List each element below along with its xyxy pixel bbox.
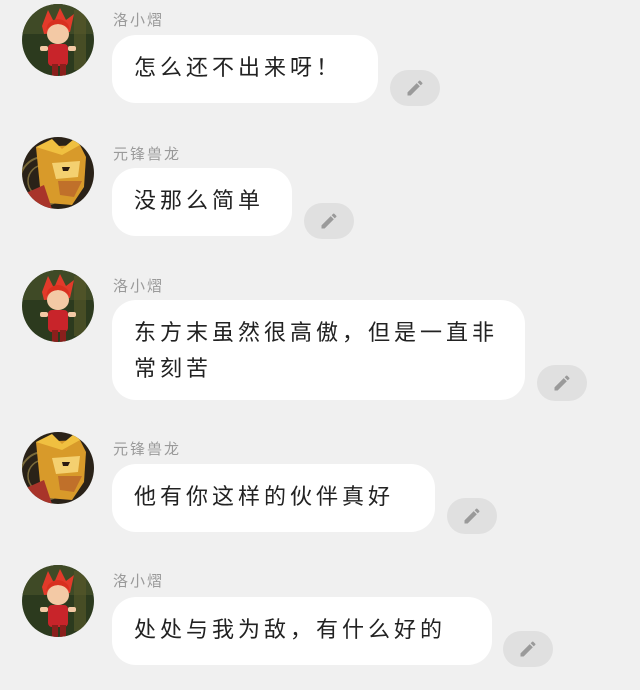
sender-name: 洛小熠 bbox=[113, 11, 165, 29]
message-bubble[interactable]: 没那么简单 bbox=[112, 168, 292, 236]
sender-name: 洛小熠 bbox=[113, 572, 165, 590]
red-hair-character-avatar bbox=[22, 4, 94, 76]
pencil-icon bbox=[405, 78, 425, 98]
golden-dragon-character-avatar bbox=[22, 137, 94, 209]
pencil-icon bbox=[552, 373, 572, 393]
golden-dragon-character-avatar bbox=[22, 432, 94, 504]
message-bubble[interactable]: 怎么还不出来呀！ bbox=[112, 35, 378, 103]
red-hair-character-avatar bbox=[22, 270, 94, 342]
red-hair-character-avatar bbox=[22, 565, 94, 637]
avatar[interactable] bbox=[22, 432, 94, 504]
message-bubble[interactable]: 他有你这样的伙伴真好 bbox=[112, 464, 435, 532]
sender-name: 洛小熠 bbox=[113, 277, 165, 295]
edit-button[interactable] bbox=[537, 365, 587, 401]
edit-button[interactable] bbox=[503, 631, 553, 667]
avatar[interactable] bbox=[22, 137, 94, 209]
avatar[interactable] bbox=[22, 565, 94, 637]
pencil-icon bbox=[462, 506, 482, 526]
sender-name: 元锋兽龙 bbox=[113, 145, 182, 163]
edit-button[interactable] bbox=[390, 70, 440, 106]
sender-name: 元锋兽龙 bbox=[113, 440, 182, 458]
edit-button[interactable] bbox=[447, 498, 497, 534]
avatar[interactable] bbox=[22, 4, 94, 76]
message-bubble[interactable]: 东方末虽然很高傲，但是一直非常刻苦 bbox=[112, 300, 525, 400]
avatar[interactable] bbox=[22, 270, 94, 342]
pencil-icon bbox=[518, 639, 538, 659]
edit-button[interactable] bbox=[304, 203, 354, 239]
pencil-icon bbox=[319, 211, 339, 231]
message-bubble[interactable]: 处处与我为敌，有什么好的 bbox=[112, 597, 492, 665]
